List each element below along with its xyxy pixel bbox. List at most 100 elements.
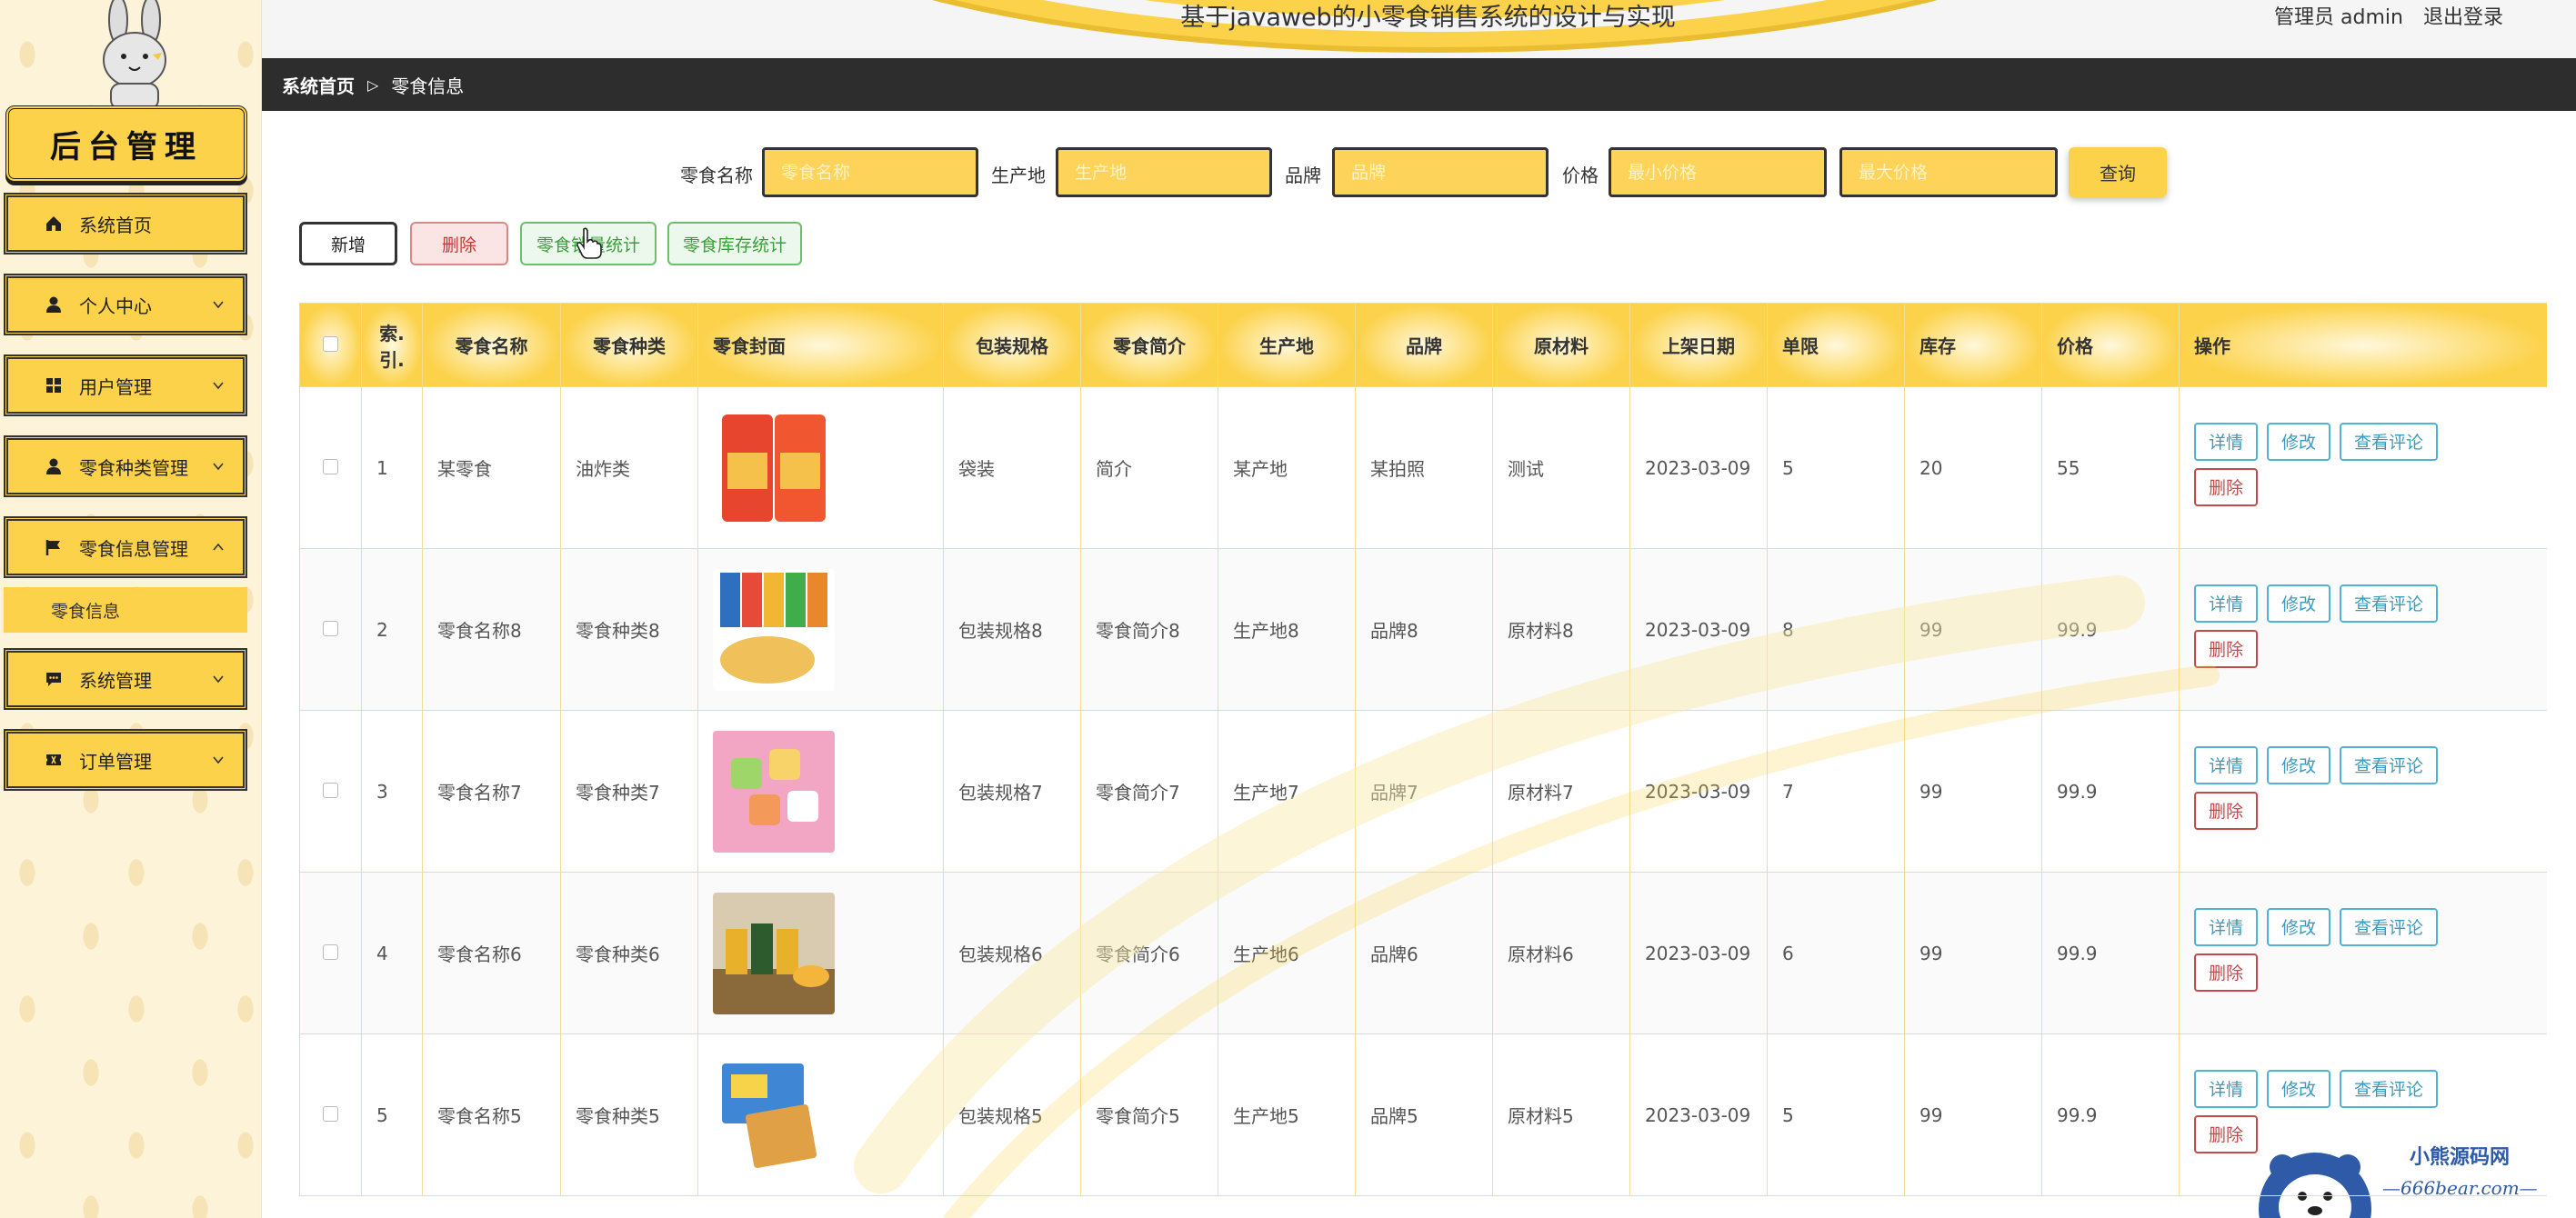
cell-date: 2023-03-09	[1629, 1033, 1768, 1196]
sidebar-item-system[interactable]: 系统管理	[4, 648, 247, 710]
chevron-down-icon	[213, 756, 224, 764]
select-all-checkbox[interactable]	[323, 335, 338, 352]
index-header-line1: 索.	[379, 322, 405, 344]
view-comments-button[interactable]: 查看评论	[2340, 745, 2439, 784]
snack-cover-image[interactable]	[713, 892, 835, 1014]
stock-stats-button[interactable]: 零食库存统计	[667, 222, 802, 265]
cell-category: 零食种类5	[560, 1033, 698, 1196]
min-price-input[interactable]	[1609, 147, 1827, 197]
cell-brand: 品牌5	[1355, 1033, 1493, 1196]
detail-button[interactable]: 详情	[2194, 745, 2259, 784]
sidebar-item-users[interactable]: 用户管理	[4, 354, 247, 416]
view-comments-button[interactable]: 查看评论	[2340, 1069, 2439, 1108]
table-row: 1 某零食 油炸类 袋装 简介 某产地 某拍照 测试 2023-03-09 5 …	[299, 386, 2547, 549]
chevron-down-icon	[213, 463, 224, 471]
row-delete-button[interactable]: 删除	[2194, 1114, 2259, 1153]
sidebar-item-label: 个人中心	[79, 295, 152, 317]
row-checkbox[interactable]	[323, 620, 338, 636]
chat-icon	[46, 673, 61, 686]
detail-button[interactable]: 详情	[2194, 907, 2259, 946]
cell-index: 3	[361, 710, 423, 873]
row-checkbox[interactable]	[323, 782, 338, 798]
sidebar-item-profile[interactable]: 个人中心	[4, 274, 247, 335]
view-comments-button[interactable]: 查看评论	[2340, 907, 2439, 946]
cell-limit: 6	[1767, 872, 1905, 1034]
column-header-price: 价格	[2041, 303, 2180, 387]
origin-search-input[interactable]	[1056, 147, 1272, 197]
search-button[interactable]: 查询	[2069, 147, 2167, 197]
table-row: 2 零食名称8 零食种类8 包装规格8 零食简介8 生产地8 品牌8 原材料8 …	[299, 548, 2547, 711]
column-header-index: 索. 引.	[361, 303, 423, 387]
cell-name: 零食名称8	[422, 548, 561, 711]
cell-stock: 99	[1904, 1033, 2042, 1196]
cell-origin: 某产地	[1218, 386, 1356, 549]
home-icon	[46, 216, 61, 231]
column-header-name: 零食名称	[422, 303, 561, 387]
row-checkbox[interactable]	[323, 943, 338, 960]
edit-button[interactable]: 修改	[2267, 422, 2331, 461]
detail-button[interactable]: 详情	[2194, 584, 2259, 623]
add-button[interactable]: 新增	[299, 222, 397, 265]
cell-packaging: 包装规格6	[943, 872, 1081, 1034]
admin-brand-title: 后台管理	[5, 105, 247, 182]
sidebar-item-orders[interactable]: 订单管理	[4, 729, 247, 791]
chevron-down-icon	[213, 675, 224, 684]
edit-button[interactable]: 修改	[2267, 1069, 2331, 1108]
cell-intro: 零食简介8	[1080, 548, 1218, 711]
cell-cover	[697, 872, 944, 1034]
breadcrumb-home-link[interactable]: 系统首页	[282, 72, 355, 98]
column-header-brand: 品牌	[1355, 303, 1493, 387]
max-price-input[interactable]	[1839, 147, 2058, 197]
cell-brand: 某拍照	[1355, 386, 1493, 549]
cell-date: 2023-03-09	[1629, 386, 1768, 549]
sidebar-item-snack-category[interactable]: 零食种类管理	[4, 435, 247, 497]
edit-button[interactable]: 修改	[2267, 745, 2331, 784]
snack-table-wrapper: 索. 引. 零食名称 零食种类 零食封面 包装规格 零食简介 生产地 品牌 原材…	[299, 303, 2547, 1218]
cell-intro: 简介	[1080, 386, 1218, 549]
snack-cover-image[interactable]	[713, 1053, 835, 1176]
view-comments-button[interactable]: 查看评论	[2340, 422, 2439, 461]
row-delete-button[interactable]: 删除	[2194, 791, 2259, 830]
row-checkbox[interactable]	[323, 458, 338, 474]
column-header-packaging: 包装规格	[943, 303, 1081, 387]
column-header-stock: 库存	[1904, 303, 2042, 387]
cell-actions: 详情 修改 查看评论 删除	[2179, 386, 2547, 549]
row-delete-button[interactable]: 删除	[2194, 467, 2259, 506]
submenu-item-label: 零食信息	[51, 601, 121, 622]
cell-date: 2023-03-09	[1629, 710, 1768, 873]
cell-price: 99.9	[2041, 710, 2180, 873]
snack-cover-image[interactable]	[713, 730, 835, 853]
cell-cover	[697, 548, 944, 711]
brand-search-input[interactable]	[1332, 147, 1549, 197]
snack-cover-image[interactable]	[713, 406, 835, 529]
column-header-intro: 零食简介	[1080, 303, 1218, 387]
sidebar-item-home[interactable]: 系统首页	[4, 193, 247, 255]
batch-delete-button[interactable]: 删除	[410, 222, 508, 265]
logout-link[interactable]: 退出登录	[2423, 0, 2503, 36]
table-row: 3 零食名称7 零食种类7 包装规格7 零食简介7 生产地7 品牌7 原材料7	[299, 710, 2547, 873]
column-header-date: 上架日期	[1629, 303, 1768, 387]
ticket-icon	[46, 754, 61, 765]
user-icon	[46, 458, 61, 474]
edit-button[interactable]: 修改	[2267, 584, 2331, 623]
edit-button[interactable]: 修改	[2267, 907, 2331, 946]
name-search-input[interactable]	[762, 147, 978, 197]
snack-cover-image[interactable]	[713, 568, 835, 691]
chevron-down-icon	[213, 301, 224, 309]
cell-name: 零食名称6	[422, 872, 561, 1034]
table-row: 5 零食名称5 零食种类5 包装规格5 零食简介5 生产地5 品牌5 原材料5 …	[299, 1033, 2547, 1196]
breadcrumb: 系统首页 ▷ 零食信息	[262, 58, 2576, 111]
cell-name: 某零食	[422, 386, 561, 549]
snack-table: 索. 引. 零食名称 零食种类 零食封面 包装规格 零食简介 生产地 品牌 原材…	[299, 303, 2547, 1196]
submenu-item-snack-info[interactable]: 零食信息	[4, 587, 247, 633]
row-delete-button[interactable]: 删除	[2194, 629, 2259, 668]
view-comments-button[interactable]: 查看评论	[2340, 584, 2439, 623]
detail-button[interactable]: 详情	[2194, 422, 2259, 461]
row-checkbox[interactable]	[323, 1105, 338, 1122]
column-header-origin: 生产地	[1218, 303, 1356, 387]
row-delete-button[interactable]: 删除	[2194, 953, 2259, 992]
cell-category: 零食种类8	[560, 548, 698, 711]
sidebar-item-snack-info[interactable]: 零食信息管理	[4, 516, 247, 578]
cell-packaging: 包装规格8	[943, 548, 1081, 711]
detail-button[interactable]: 详情	[2194, 1069, 2259, 1108]
